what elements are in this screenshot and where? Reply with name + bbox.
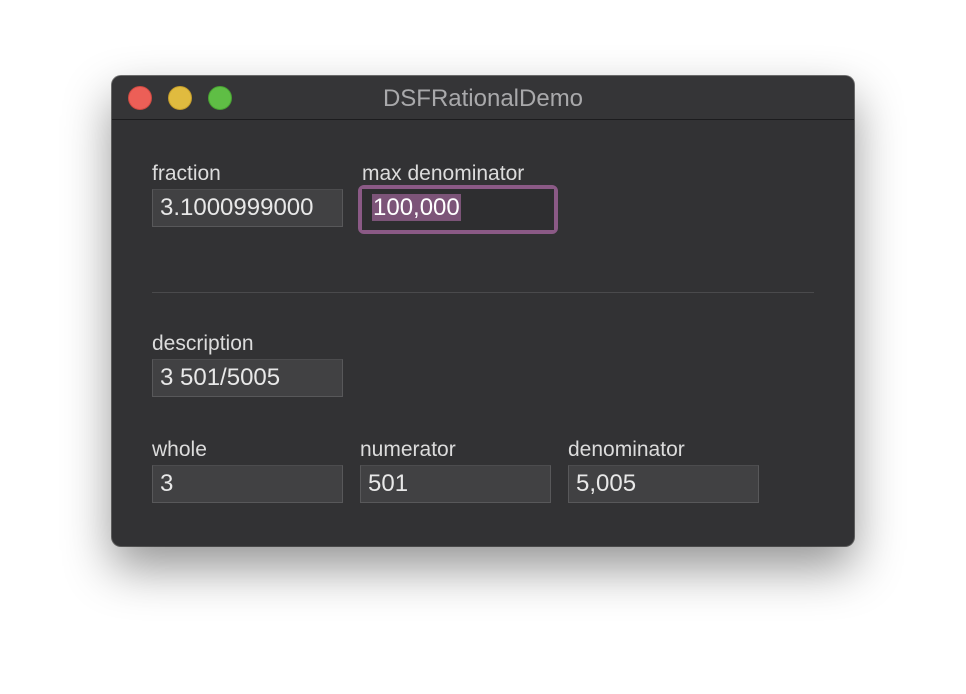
numerator-label: numerator xyxy=(360,438,456,461)
separator xyxy=(152,292,814,293)
denominator-field[interactable]: 5,005 xyxy=(568,465,759,503)
whole-field[interactable]: 3 xyxy=(152,465,343,503)
zoom-button[interactable] xyxy=(208,86,232,110)
fraction-value: 3.1000999000 xyxy=(160,194,314,221)
denominator-value: 5,005 xyxy=(576,470,637,497)
fraction-field[interactable]: 3.1000999000 xyxy=(152,189,343,227)
close-button[interactable] xyxy=(128,86,152,110)
max-denominator-field[interactable]: 100,000 xyxy=(362,189,554,230)
whole-value: 3 xyxy=(160,470,174,497)
max-denominator-label: max denominator xyxy=(362,162,525,185)
denominator-label: denominator xyxy=(568,438,685,461)
fraction-label: fraction xyxy=(152,162,221,185)
whole-label: whole xyxy=(152,438,207,461)
description-value: 3 501/5005 xyxy=(160,364,281,391)
description-field[interactable]: 3 501/5005 xyxy=(152,359,343,397)
max-denominator-value: 100,000 xyxy=(372,194,461,221)
numerator-value: 501 xyxy=(368,470,409,497)
app-window: DSFRationalDemo fraction 3.1000999000 ma… xyxy=(112,76,854,546)
title-bar[interactable]: DSFRationalDemo xyxy=(112,76,854,120)
minimize-button[interactable] xyxy=(168,86,192,110)
numerator-field[interactable]: 501 xyxy=(360,465,551,503)
description-label: description xyxy=(152,332,254,355)
